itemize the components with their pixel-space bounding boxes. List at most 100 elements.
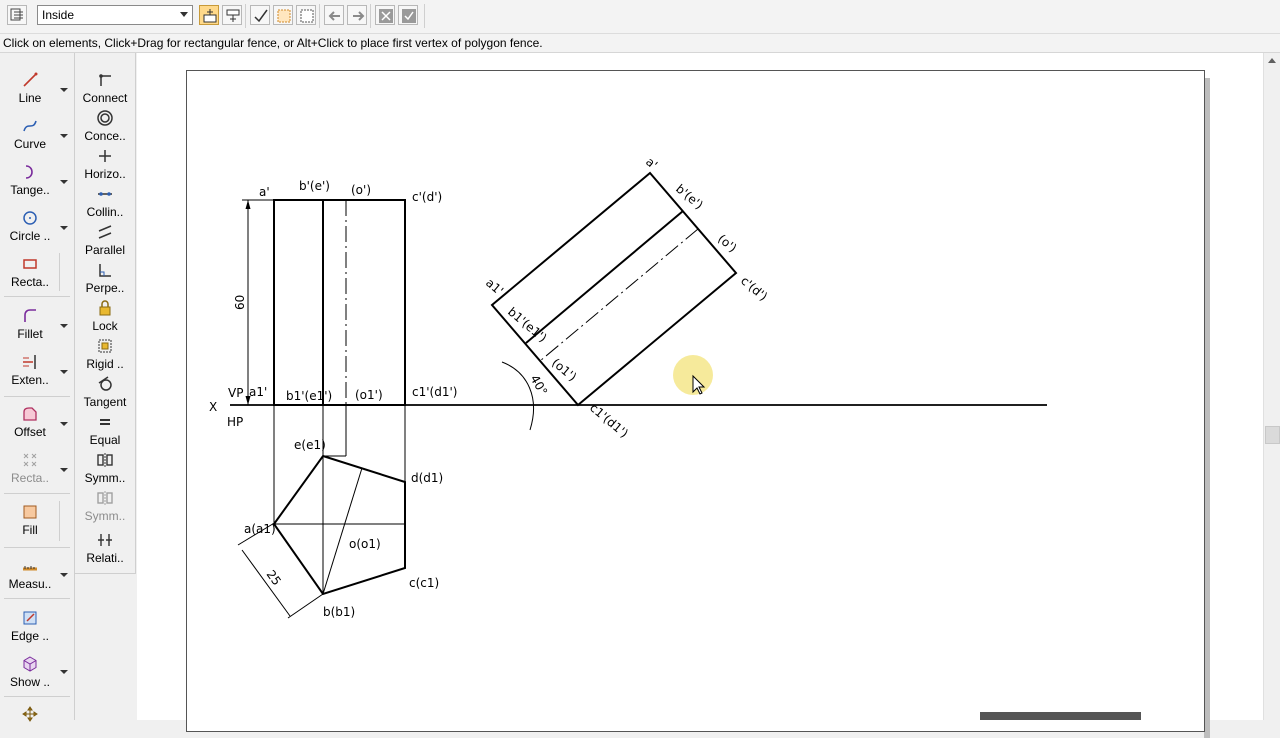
- drawing-canvas[interactable]: [137, 53, 1263, 738]
- toolbar-separator: [319, 4, 320, 28]
- symmetric-label: Symm..: [84, 471, 126, 485]
- offset-icon: [23, 407, 37, 421]
- measure-icon: [23, 566, 37, 571]
- curve-tool[interactable]: Curve: [8, 117, 52, 151]
- relationships-icon: [98, 534, 112, 546]
- add-to-fence-button[interactable]: [199, 5, 219, 25]
- sketch-palette: Line Curve Tange.. Circle .. Recta.. Fil…: [0, 53, 136, 723]
- lock-constraint[interactable]: Lock: [77, 299, 133, 333]
- next-button[interactable]: [347, 5, 367, 25]
- measure-dropdown-icon[interactable]: [60, 573, 68, 577]
- rigid-set-label: Rigid ..: [86, 357, 124, 371]
- line-dropdown-icon[interactable]: [60, 88, 68, 92]
- curve-icon: [23, 120, 37, 132]
- rectangle-fence-button[interactable]: [273, 5, 293, 25]
- tangent-arc-label: Tange..: [10, 183, 50, 197]
- offset-tool-label: Offset: [14, 425, 46, 439]
- edge-tool[interactable]: Edge ..: [8, 609, 52, 643]
- lock-label: Lock: [92, 319, 118, 333]
- fence-tool-icon[interactable]: [7, 5, 27, 25]
- symmetric-constraint[interactable]: Symm..: [77, 451, 133, 485]
- arrow-right-icon: [353, 11, 365, 21]
- cancel-button[interactable]: [375, 5, 395, 25]
- scroll-up-icon[interactable]: [1268, 58, 1276, 63]
- toolbar-separator: [370, 4, 371, 28]
- fillet-icon: [24, 309, 36, 322]
- rectangle-tool[interactable]: Recta..: [8, 255, 52, 289]
- connect-label: Connect: [82, 91, 128, 105]
- equal-label: Equal: [89, 433, 121, 447]
- rectangular-pattern-label: Recta..: [10, 471, 49, 485]
- rectangular-pattern-tool[interactable]: Recta..: [8, 451, 52, 485]
- collinear-constraint[interactable]: Collin..: [77, 185, 133, 219]
- symmetric-alt-label: Symm..: [84, 509, 126, 523]
- drawing-sheet[interactable]: [186, 70, 1205, 732]
- move-tool[interactable]: [21, 705, 39, 723]
- extend-dropdown-icon[interactable]: [60, 370, 68, 374]
- perpendicular-icon: [99, 264, 111, 277]
- symmetric-alt-icon: [97, 491, 113, 505]
- parallel-label: Parallel: [84, 243, 126, 257]
- previous-button[interactable]: [324, 5, 344, 25]
- close-icon: [379, 9, 393, 23]
- collinear-icon: [98, 192, 112, 196]
- edge-icon: [23, 611, 37, 625]
- circle-icon: [23, 211, 37, 225]
- polygon-fence-button[interactable]: [296, 5, 316, 25]
- measure-tool[interactable]: Measu..: [6, 557, 54, 591]
- fill-tool[interactable]: Fill: [8, 503, 52, 537]
- concentric-label: Conce..: [84, 129, 126, 143]
- extend-icon: [23, 355, 36, 369]
- horizontal-scroll-thumb[interactable]: [980, 712, 1141, 720]
- move-icon: [22, 706, 38, 722]
- extend-tool[interactable]: Exten..: [8, 353, 52, 387]
- toolbar-separator: [245, 4, 246, 28]
- rectangle-icon: [23, 259, 37, 269]
- connect-icon: [99, 74, 111, 86]
- horizontal-constraint[interactable]: Horizo..: [77, 147, 133, 181]
- prompt-message: Click on elements, Click+Drag for rectan…: [3, 36, 543, 50]
- sketch-tools-column: Line Curve Tange.. Circle .. Recta.. Fil…: [0, 53, 75, 723]
- select-all-button[interactable]: [250, 5, 270, 25]
- curve-tool-label: Curve: [13, 137, 46, 151]
- circle-tool[interactable]: Circle ..: [8, 209, 52, 243]
- offset-dropdown-icon[interactable]: [60, 422, 68, 426]
- tangent-arc-dropdown-icon[interactable]: [60, 180, 68, 184]
- circle-dropdown-icon[interactable]: [60, 226, 68, 230]
- subtract-fence-button[interactable]: [222, 5, 242, 25]
- show-tool[interactable]: Show ..: [8, 655, 52, 689]
- vertical-scrollbar[interactable]: [1263, 53, 1280, 720]
- offset-tool[interactable]: Offset: [8, 405, 52, 439]
- relationships-tool[interactable]: Relati..: [77, 531, 133, 565]
- fillet-dropdown-icon[interactable]: [60, 324, 68, 328]
- curve-dropdown-icon[interactable]: [60, 134, 68, 138]
- connect-constraint[interactable]: Connect: [77, 71, 133, 105]
- concentric-constraint[interactable]: Conce..: [77, 109, 133, 143]
- tangent-label: Tangent: [83, 395, 127, 409]
- constraint-tools-column: Connect Conce.. Horizo.. Collin.. Parall…: [75, 53, 136, 574]
- palette-separator: [4, 598, 70, 599]
- rigid-set-constraint[interactable]: Rigid ..: [77, 337, 133, 371]
- add-fence-icon: [203, 9, 217, 23]
- tangent-constraint[interactable]: Tangent: [77, 375, 133, 409]
- accept-button[interactable]: [398, 5, 418, 25]
- lock-icon: [99, 300, 111, 316]
- tangent-icon: [98, 376, 112, 391]
- perpendicular-label: Perpe..: [85, 281, 125, 295]
- fence-mode-dropdown[interactable]: Inside: [37, 5, 193, 25]
- tangent-arc-icon: [25, 165, 33, 179]
- parallel-constraint[interactable]: Parallel: [77, 223, 133, 257]
- rectangle-fence-icon: [277, 9, 291, 23]
- equal-constraint[interactable]: Equal: [77, 413, 133, 447]
- pattern-dropdown-icon[interactable]: [60, 468, 68, 472]
- fillet-tool[interactable]: Fillet: [8, 307, 52, 341]
- edge-tool-label: Edge ..: [10, 629, 50, 643]
- scroll-thumb[interactable]: [1265, 426, 1280, 444]
- tangent-arc-tool[interactable]: Tange..: [8, 163, 52, 197]
- perpendicular-constraint[interactable]: Perpe..: [77, 261, 133, 295]
- palette-separator: [59, 253, 60, 291]
- fence-tool-icon-glyph: [10, 8, 23, 21]
- symmetric-alt-constraint[interactable]: Symm..: [77, 489, 133, 523]
- show-dropdown-icon[interactable]: [60, 670, 68, 674]
- line-tool[interactable]: Line: [8, 71, 52, 105]
